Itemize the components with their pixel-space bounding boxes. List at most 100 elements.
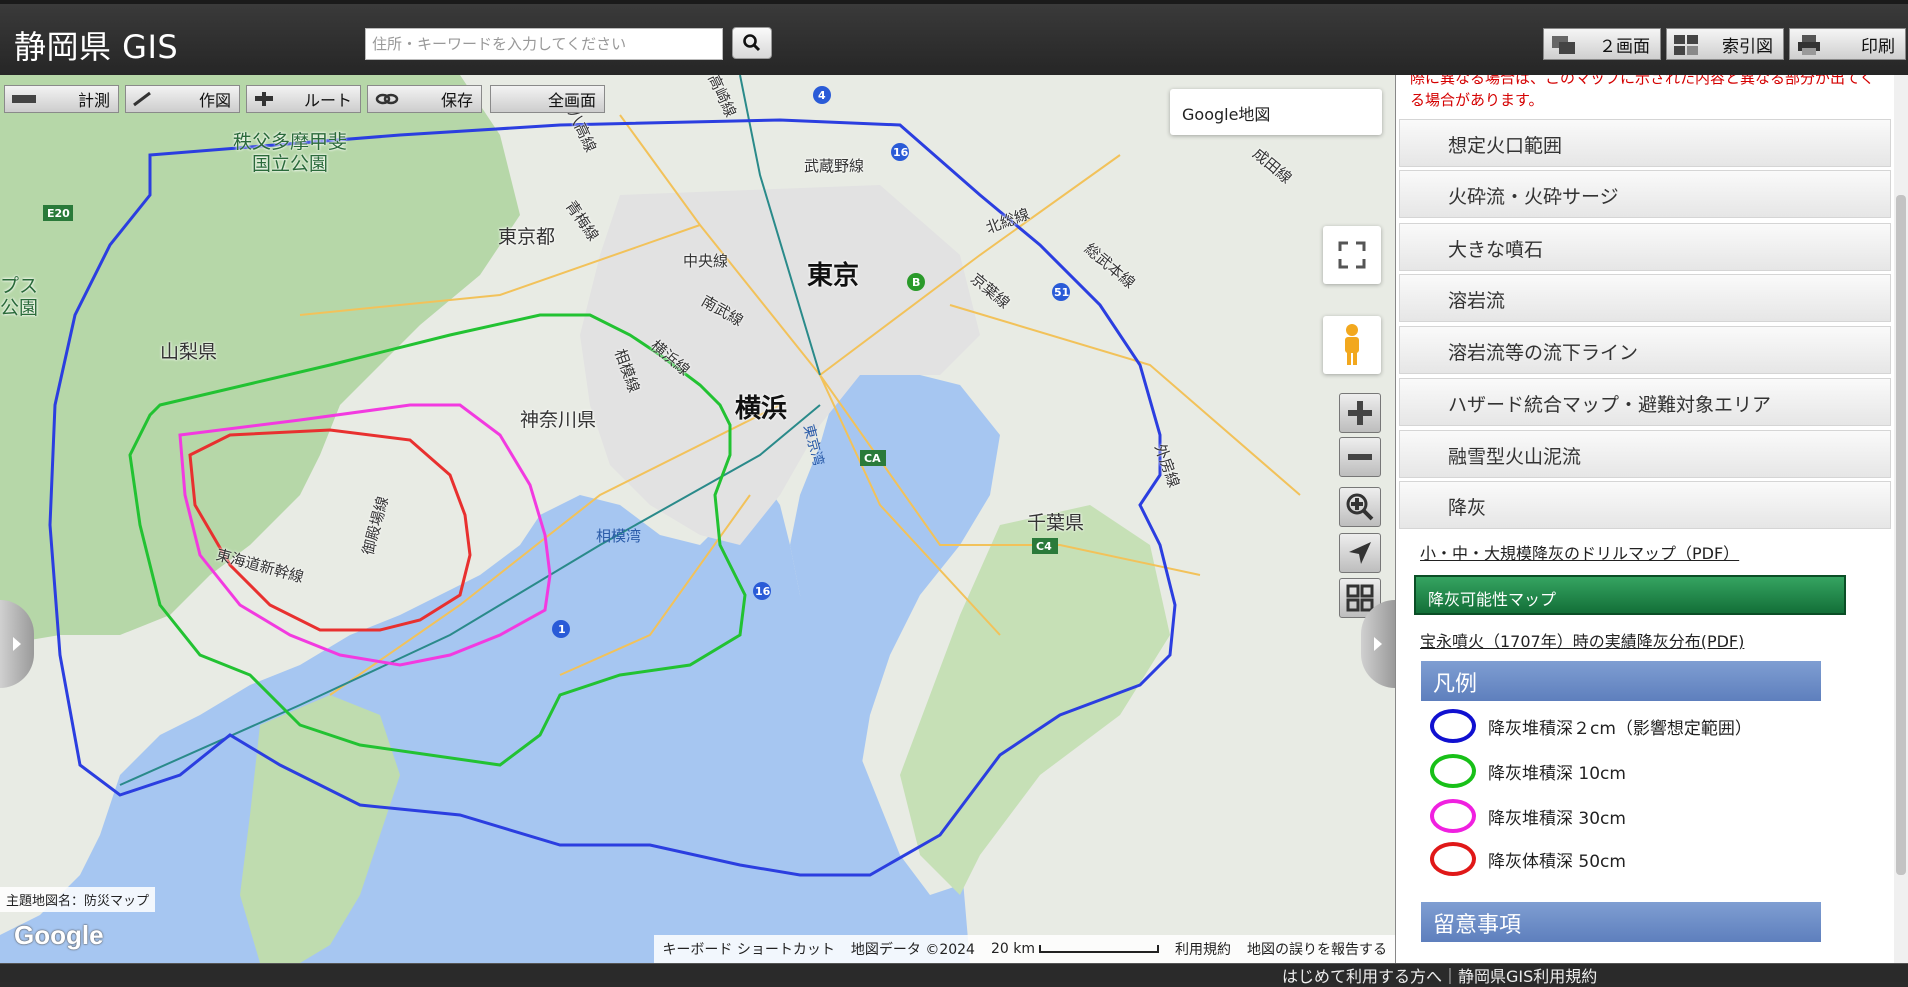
ruler-icon (12, 95, 36, 103)
layer-item-lava-flow-lines[interactable]: 溶岩流等の流下ライン (1399, 326, 1891, 374)
index-map-label: 索引図 (1722, 36, 1773, 57)
extent-icon (1346, 584, 1374, 612)
legend-item: 降灰堆積深 10cm (1430, 751, 1626, 791)
link-icon (375, 93, 399, 105)
ashfall-possibility-map-button[interactable]: 降灰可能性マップ (1414, 575, 1846, 615)
plus-icon (1348, 401, 1372, 425)
search-input[interactable] (365, 28, 723, 60)
layer-item-pyroclastic-flow[interactable]: 火砕流・火砕サージ (1399, 170, 1891, 218)
route-icon (255, 92, 273, 106)
index-map-button[interactable]: 索引図 (1666, 28, 1784, 60)
draw-button[interactable]: 作図 (125, 85, 240, 113)
map-view[interactable]: E20 CA C4 4 16 51 16 1 B 秩父多摩甲斐 国立公園 プス … (0, 75, 1395, 963)
zoom-in-button[interactable] (1339, 393, 1381, 433)
measure-label: 計測 (77, 91, 110, 110)
scale-label: 20 km (983, 941, 1167, 957)
svg-text:1: 1 (558, 623, 566, 636)
layer-item-crater[interactable]: 想定火口範囲 (1399, 119, 1891, 167)
fullscreen-toolbar-button[interactable]: 全画面 (490, 85, 605, 113)
legend-item: 降灰体積深 50cm (1430, 839, 1626, 879)
basemap-selector[interactable]: Google地図 (1170, 89, 1382, 135)
current-location-button[interactable] (1339, 533, 1381, 573)
panel-scrollbar[interactable] (1894, 75, 1908, 963)
side-panel: 際に異なる場合は、このマップに示された内容と異なる部分が出てくる場合があります。… (1395, 75, 1908, 963)
print-label: 印刷 (1861, 36, 1895, 57)
zoom-out-button[interactable] (1339, 437, 1381, 477)
yokohama-label: 横浜 (735, 394, 788, 424)
keyboard-shortcuts-link[interactable]: キーボード ショートカット (654, 939, 842, 959)
footer: はじめて利用する方へ｜静岡県GIS利用規約 (0, 963, 1908, 986)
notes-heading: 留意事項 (1421, 902, 1821, 942)
layer-item-hazard-integrated[interactable]: ハザード統合マップ・避難対象エリア (1399, 378, 1891, 426)
legend-item: 降灰堆積深 30cm (1430, 796, 1626, 836)
layer-item-ashfall[interactable]: 降灰 (1399, 481, 1891, 529)
svg-text:51: 51 (1054, 286, 1069, 299)
panel-scroll-thumb[interactable] (1896, 195, 1906, 875)
search-icon (743, 34, 761, 52)
layer-item-lahar[interactable]: 融雪型火山泥流 (1399, 430, 1891, 478)
pegman-icon (1345, 324, 1359, 365)
location-arrow-icon (1349, 542, 1371, 564)
fullscreen-icon (1338, 241, 1366, 269)
tokyo-label: 東京 (807, 261, 860, 291)
map-attribution: キーボード ショートカット 地図データ ©2024 20 km 利用規約 地図の… (654, 935, 1395, 963)
theme-map-name: 主題地図名：防災マップ (0, 887, 156, 912)
legend-label: 降灰堆積深 30cm (1488, 808, 1626, 829)
measure-button[interactable]: 計測 (4, 85, 119, 113)
printer-icon (1798, 35, 1820, 55)
svg-text:C4: C4 (1036, 540, 1052, 553)
save-label: 保存 (440, 91, 473, 110)
musashino-line-label: 武蔵野線 (804, 157, 865, 175)
svg-text:16: 16 (755, 585, 771, 598)
zoom-area-button[interactable] (1339, 487, 1381, 527)
legend-swatch-magenta (1430, 799, 1476, 833)
split-screen-button[interactable]: ２画面 (1543, 28, 1661, 60)
map-canvas[interactable]: E20 CA C4 4 16 51 16 1 B (0, 75, 1395, 963)
layer-item-ballistic-blocks[interactable]: 大きな噴石 (1399, 223, 1891, 271)
fullscreen-button[interactable] (1323, 226, 1381, 284)
map-data-credit: 地図データ ©2024 (850, 942, 975, 958)
draw-label: 作図 (198, 91, 231, 110)
magnifier-icon (1346, 493, 1374, 521)
yamanashi-label: 山梨県 (160, 341, 218, 363)
drill-map-pdf-link[interactable]: 小・中・大規模降灰のドリルマップ（PDF） (1420, 540, 1739, 564)
street-view-pegman[interactable] (1323, 316, 1381, 374)
sagami-bay-label: 相模湾 (596, 527, 642, 545)
split-screen-label: ２画面 (1599, 36, 1650, 57)
chuo-line-label: 中央線 (683, 252, 729, 270)
legend-label: 降灰堆積深 10cm (1488, 763, 1626, 784)
legend-label: 降灰体積深 50cm (1488, 851, 1626, 872)
scale-bar (1039, 945, 1159, 953)
index-map-icon (1674, 35, 1698, 55)
print-button[interactable]: 印刷 (1789, 28, 1906, 60)
split-screen-icon (1552, 36, 1575, 54)
route-button[interactable]: ルート (246, 85, 361, 113)
minus-icon (1348, 454, 1372, 460)
app-title: 静岡県 GIS (14, 28, 179, 66)
kanagawa-label: 神奈川県 (520, 409, 597, 431)
chevron-right-icon (1374, 637, 1382, 651)
google-logo: Google (14, 920, 104, 950)
route-label: ルート (303, 91, 352, 110)
terms-link[interactable]: 利用規約 (1167, 939, 1239, 959)
svg-text:B: B (912, 276, 920, 289)
chevron-right-icon (13, 637, 21, 651)
svg-text:E20: E20 (47, 207, 70, 220)
legend-swatch-green (1430, 754, 1476, 788)
app-header: 静岡県 GIS ２画面 索引図 印刷 (0, 0, 1908, 75)
report-error-link[interactable]: 地図の誤りを報告する (1239, 939, 1395, 959)
svg-text:CA: CA (864, 452, 881, 465)
layer-item-lava-flow[interactable]: 溶岩流 (1399, 274, 1891, 322)
legend-label: 降灰堆積深２cm（影響想定範囲） (1488, 718, 1752, 739)
legend-swatch-red (1430, 842, 1476, 876)
hoei-eruption-pdf-link[interactable]: 宝永噴火（1707年）時の実績降灰分布(PDF) (1420, 628, 1744, 652)
save-button[interactable]: 保存 (367, 85, 482, 113)
terms-of-use-link[interactable]: はじめて利用する方へ｜静岡県GIS利用規約 (1282, 963, 1597, 987)
tokyo-to-label: 東京都 (498, 226, 556, 248)
legend-item: 降灰堆積深２cm（影響想定範囲） (1430, 706, 1752, 746)
pencil-icon (133, 91, 151, 107)
notice-text: 際に異なる場合は、このマップに示された内容と異なる部分が出てくる場合があります。 (1410, 75, 1875, 109)
search-button[interactable] (732, 27, 772, 59)
legend-heading: 凡例 (1421, 661, 1821, 701)
svg-text:16: 16 (893, 146, 909, 159)
